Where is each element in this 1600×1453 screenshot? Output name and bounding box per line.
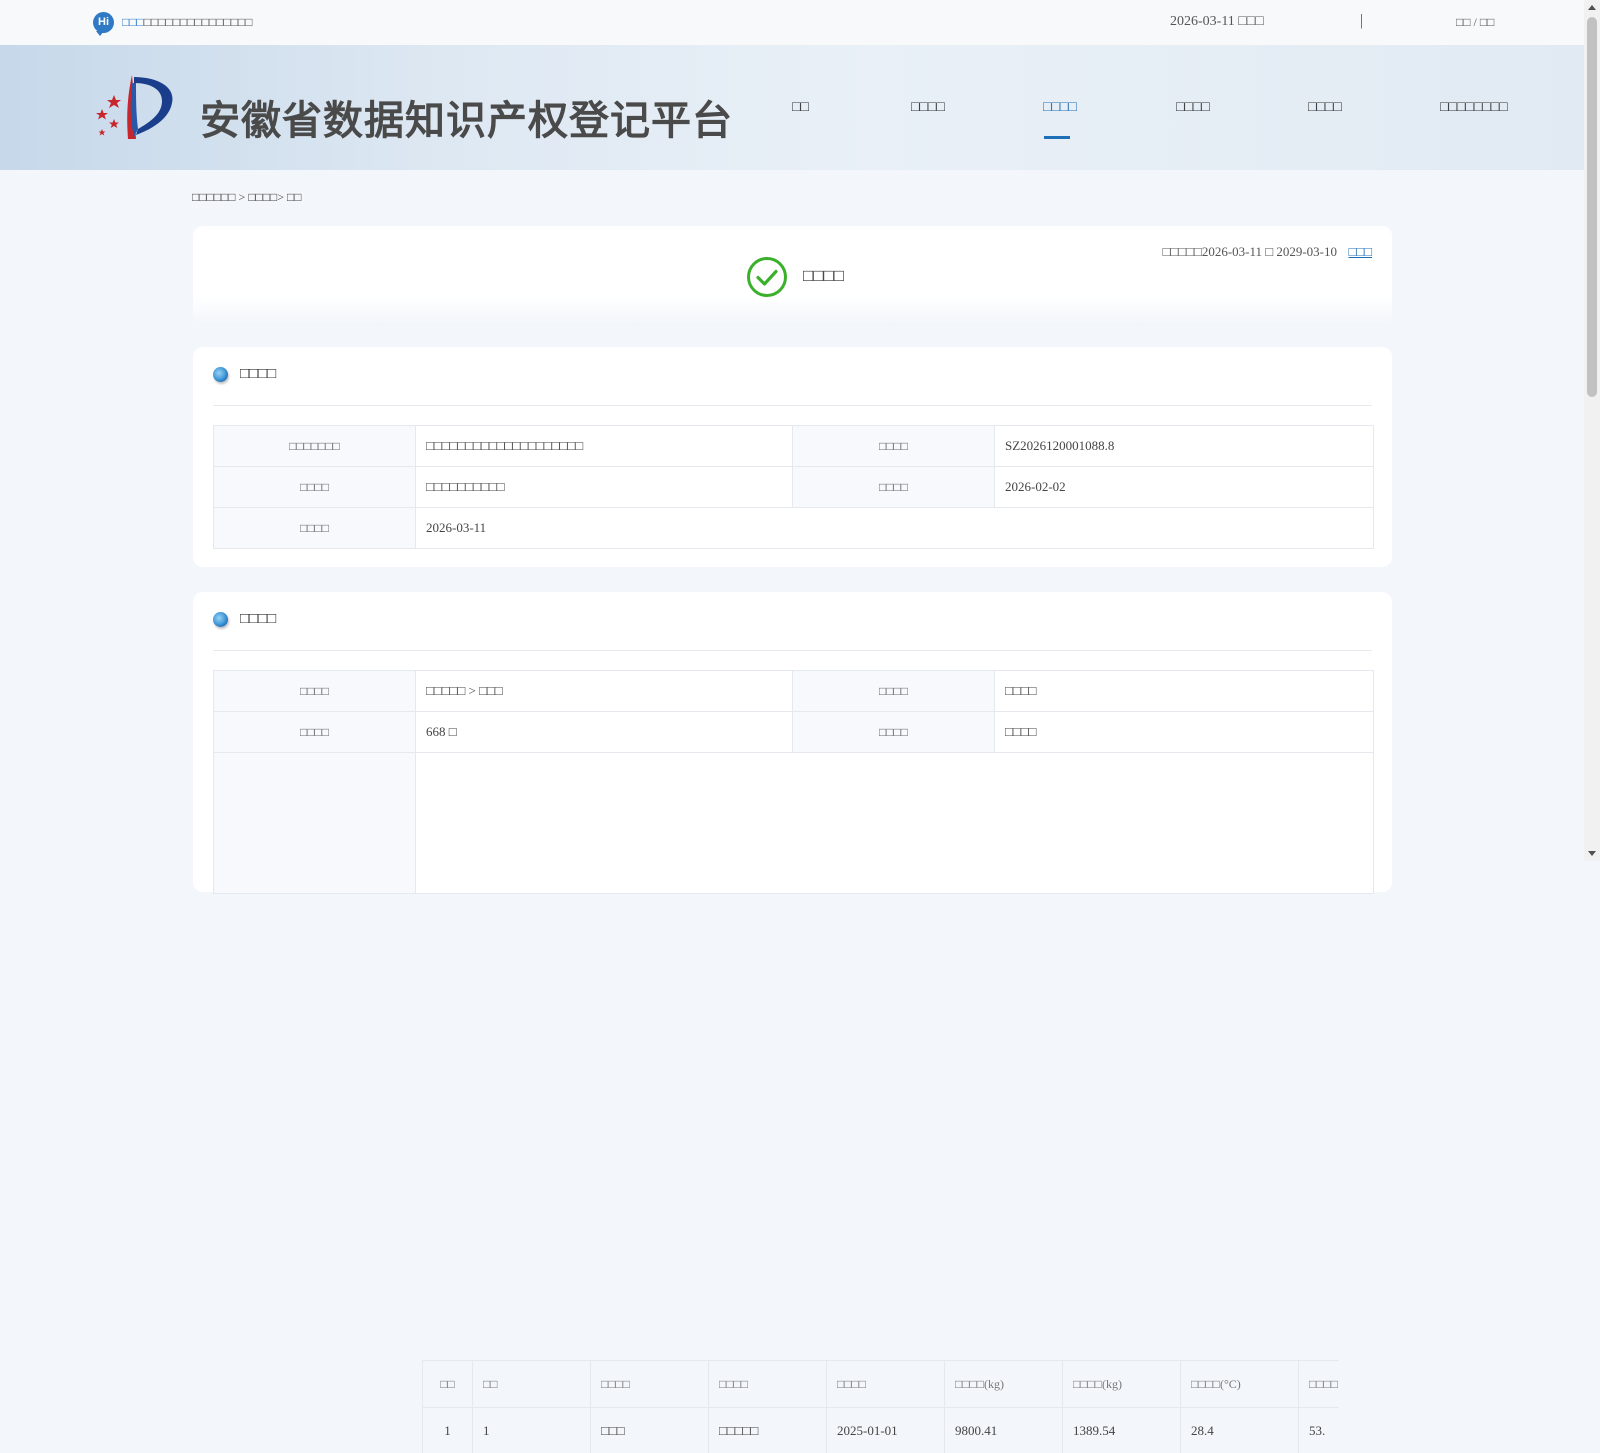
field-value: 2026-02-02 bbox=[995, 467, 1374, 508]
section-header: □□□□ bbox=[213, 612, 1372, 651]
field-value: □□□□ bbox=[995, 671, 1374, 712]
registration-number: SZ2026120001088.8 bbox=[995, 426, 1374, 467]
breadcrumb[interactable]: □□□□□□ > □□□□> □□ bbox=[192, 190, 302, 205]
field-label: □□□□ bbox=[793, 671, 995, 712]
field-value: □□□□□□□□□□ bbox=[416, 467, 793, 508]
page-scrollbar[interactable] bbox=[1584, 0, 1600, 861]
platform-logo-icon bbox=[92, 73, 176, 141]
data-info-card: □□□□ □□□□ □□□□□ > □□□ □□□□ □□□□ □□□□ 668… bbox=[193, 592, 1392, 892]
table-cell: 53. bbox=[1299, 1408, 1340, 1453]
field-value: 668 □ bbox=[416, 712, 793, 753]
greeting-text: □□□□□□□□□□□□□□□ bbox=[144, 15, 253, 29]
column-header: □□□□ bbox=[709, 1361, 827, 1408]
scroll-up-arrow-icon[interactable] bbox=[1588, 5, 1596, 10]
sample-data-table: □□ □□ □□□□ □□□□ □□□□ □□□□(kg) □□□□(kg) □… bbox=[422, 1360, 1339, 1453]
table-cell: 28.4 bbox=[1181, 1408, 1299, 1453]
column-header: □□□□ bbox=[827, 1361, 945, 1408]
nav-item-5[interactable]: □□□□ bbox=[1308, 100, 1342, 116]
column-header: □□ bbox=[423, 1361, 473, 1408]
sample-table-cell bbox=[416, 753, 1374, 894]
table-cell: □□□□□ bbox=[709, 1408, 827, 1453]
basic-info-card: □□□□ □□□□□□□ □□□□□□□□□□□□□□□□□□□□ □□□□ S… bbox=[193, 347, 1392, 567]
check-circle-icon bbox=[746, 256, 788, 298]
field-value: □□□□ bbox=[995, 712, 1374, 753]
sample-table-scroll[interactable]: □□ □□ □□□□ □□□□ □□□□ □□□□(kg) □□□□(kg) □… bbox=[422, 1360, 1339, 1453]
scrollbar-thumb[interactable] bbox=[1587, 17, 1597, 397]
table-row: □□□□ 2026-03-11 bbox=[214, 508, 1374, 549]
table-cell: □□□ bbox=[591, 1408, 709, 1453]
field-label: □□□□ bbox=[793, 712, 995, 753]
column-header: □□□□(°C) bbox=[1181, 1361, 1299, 1408]
section-title: □□□□ bbox=[240, 366, 276, 383]
section-header: □□□□ bbox=[213, 367, 1372, 406]
table-cell: 2025-01-01 bbox=[827, 1408, 945, 1453]
table-cell: 1389.54 bbox=[1063, 1408, 1181, 1453]
field-label: □□□□ bbox=[793, 467, 995, 508]
column-header: □□ bbox=[473, 1361, 591, 1408]
validity-range: 2026-03-11 □ 2029-03-10 bbox=[1202, 244, 1337, 259]
field-value: 2026-03-11 bbox=[416, 508, 1374, 549]
section-title: □□□□ bbox=[240, 611, 276, 628]
table-row bbox=[214, 753, 1374, 894]
status-text: □□□□ bbox=[803, 266, 844, 286]
nav-home[interactable]: □□ bbox=[792, 100, 809, 116]
greeting-user[interactable]: □□□ bbox=[122, 15, 144, 29]
section-bullet-icon bbox=[213, 367, 228, 382]
column-header: □□□□ bbox=[1299, 1361, 1340, 1408]
login-register-link[interactable]: □□ / □□ bbox=[1456, 15, 1494, 30]
validity-prefix: □□□□□ bbox=[1163, 244, 1202, 259]
current-date: 2026-03-11 □□□ bbox=[1170, 14, 1264, 30]
table-row: □□□□□□□ □□□□□□□□□□□□□□□□□□□□ □□□□ SZ2026… bbox=[214, 426, 1374, 467]
field-label: □□□□□□□ bbox=[214, 426, 416, 467]
table-cell: 9800.41 bbox=[945, 1408, 1063, 1453]
view-certificate-link[interactable]: □□□ bbox=[1348, 244, 1372, 260]
field-label: □□□□ bbox=[793, 426, 995, 467]
table-row: 1 1 □□□ □□□□□ 2025-01-01 9800.41 1389.54… bbox=[423, 1408, 1340, 1453]
status-card: □□□□ □□□□□2026-03-11 □ 2029-03-10 □□□ bbox=[193, 226, 1392, 326]
nav-active-indicator bbox=[1044, 136, 1070, 139]
section-bullet-icon bbox=[213, 612, 228, 627]
field-label: □□□□ bbox=[214, 508, 416, 549]
topbar-divider: | bbox=[1360, 12, 1363, 30]
field-label: □□□□ bbox=[214, 712, 416, 753]
top-bar: Hi □□□□□□□□□□□□□□□□□□ 2026-03-11 □□□ | □… bbox=[0, 0, 1584, 45]
table-header-row: □□ □□ □□□□ □□□□ □□□□ □□□□(kg) □□□□(kg) □… bbox=[423, 1361, 1340, 1408]
table-row: □□□□ □□□□□□□□□□ □□□□ 2026-02-02 bbox=[214, 467, 1374, 508]
nav-item-4[interactable]: □□□□ bbox=[1176, 100, 1210, 116]
column-header: □□□□(kg) bbox=[1063, 1361, 1181, 1408]
nav-item-3-active[interactable]: □□□□ bbox=[1043, 100, 1077, 116]
field-value: □□□□□ > □□□ bbox=[416, 671, 793, 712]
data-info-table: □□□□ □□□□□ > □□□ □□□□ □□□□ □□□□ 668 □ □□… bbox=[213, 670, 1374, 894]
column-header: □□□□ bbox=[591, 1361, 709, 1408]
table-cell: 1 bbox=[473, 1408, 591, 1453]
field-label: □□□□ bbox=[214, 671, 416, 712]
greeting: □□□□□□□□□□□□□□□□□□ bbox=[122, 15, 252, 30]
nav-item-2[interactable]: □□□□ bbox=[911, 100, 945, 116]
basic-info-table: □□□□□□□ □□□□□□□□□□□□□□□□□□□□ □□□□ SZ2026… bbox=[213, 425, 1374, 549]
nav-item-6[interactable]: □□□□□□□□ bbox=[1440, 100, 1508, 116]
table-cell: 1 bbox=[423, 1408, 473, 1453]
site-title: 安徽省数据知识产权登记平台 bbox=[200, 88, 733, 146]
field-label: □□□□ bbox=[214, 467, 416, 508]
field-label bbox=[214, 753, 416, 894]
table-row: □□□□ □□□□□ > □□□ □□□□ □□□□ bbox=[214, 671, 1374, 712]
table-row: □□□□ 668 □ □□□□ □□□□ bbox=[214, 712, 1374, 753]
scroll-down-arrow-icon[interactable] bbox=[1588, 851, 1596, 856]
field-value: □□□□□□□□□□□□□□□□□□□□ bbox=[416, 426, 793, 467]
validity-period: □□□□□2026-03-11 □ 2029-03-10 bbox=[1163, 244, 1337, 260]
hi-badge-icon: Hi bbox=[93, 12, 114, 33]
column-header: □□□□(kg) bbox=[945, 1361, 1063, 1408]
